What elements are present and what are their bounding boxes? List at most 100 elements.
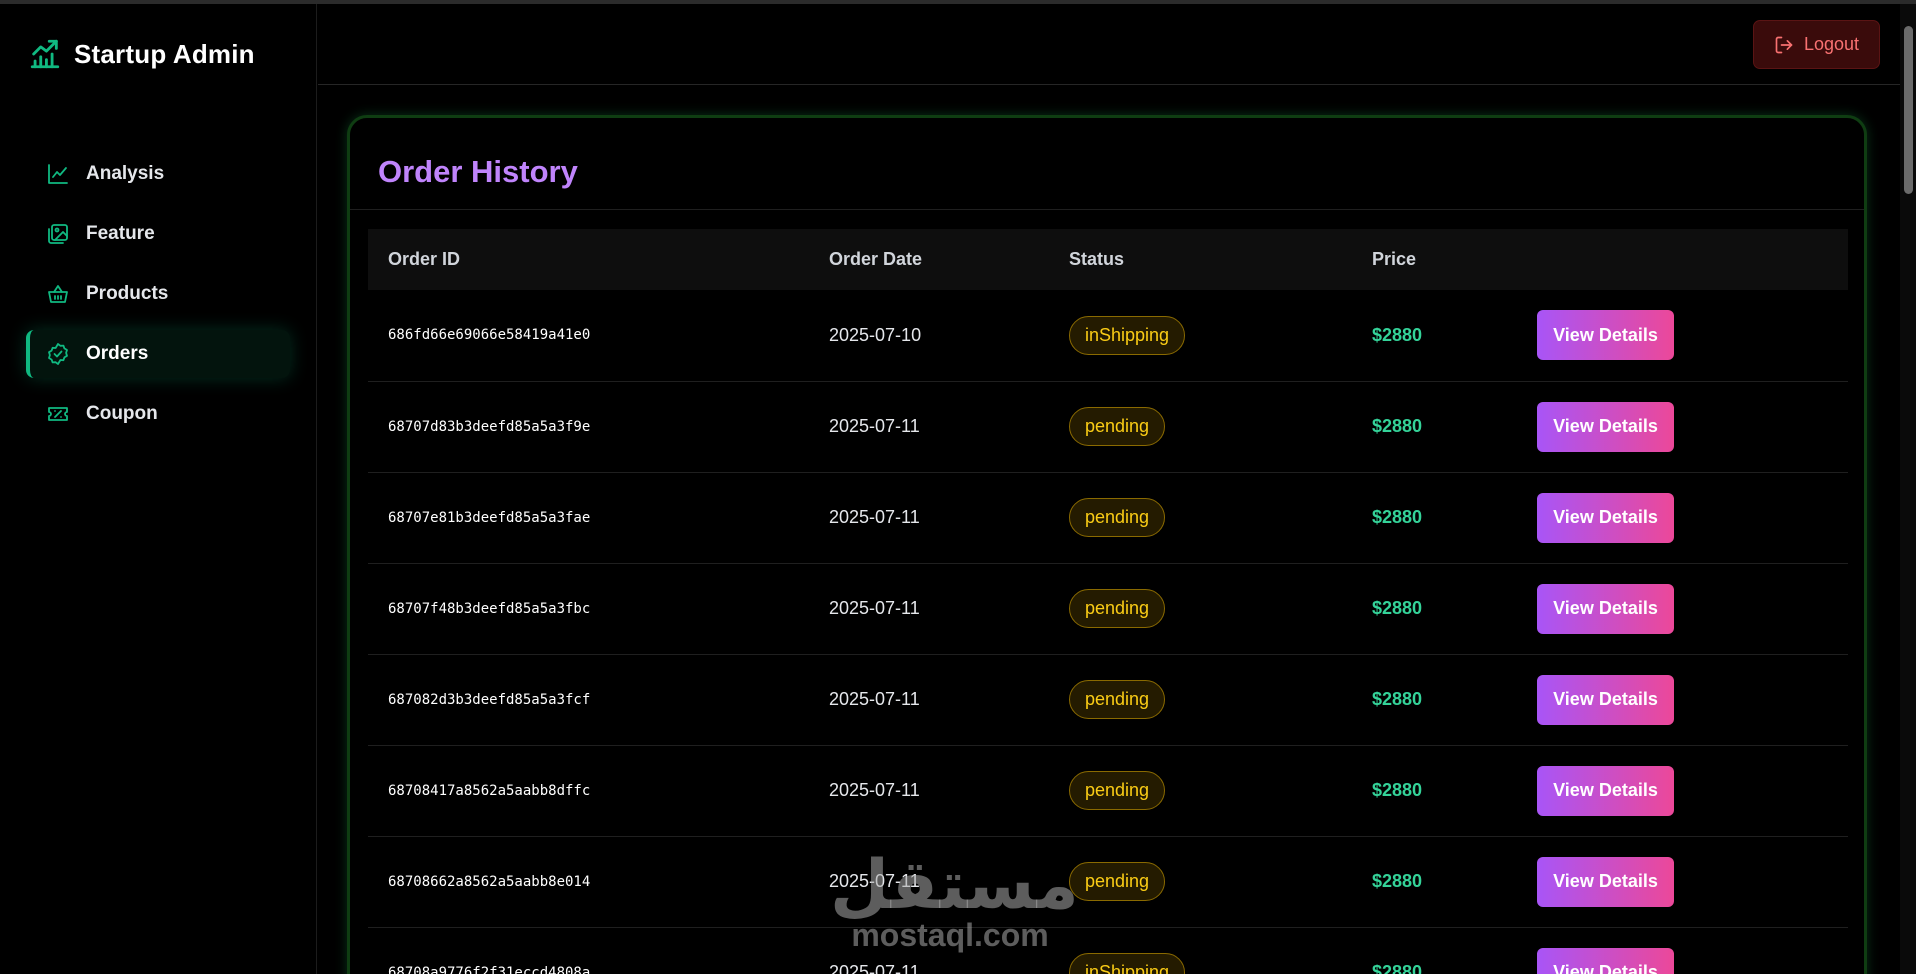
order-price: $2880 — [1372, 416, 1423, 436]
order-price: $2880 — [1372, 871, 1423, 891]
sidebar-item-analysis[interactable]: Analysis — [26, 150, 290, 198]
order-id: 68707e81b3deefd85a5a3fae — [388, 509, 591, 526]
order-date: 2025-07-11 — [829, 598, 920, 618]
view-details-button[interactable]: View Details — [1537, 947, 1674, 974]
table-row: 68708417a8562a5aabb8dffc 2025-07-11 pend… — [368, 745, 1848, 836]
column-header-order-id: Order ID — [388, 249, 461, 269]
sidebar: Startup Admin Analysis Feature Products — [0, 4, 317, 974]
view-details-button[interactable]: View Details — [1537, 310, 1674, 361]
order-id: 68707d83b3deefd85a5a3f9e — [388, 418, 591, 435]
logout-label: Logout — [1803, 34, 1860, 54]
order-actions: View Details — [1517, 836, 1848, 927]
column-header-price: Price — [1372, 249, 1417, 269]
order-date: 2025-07-11 — [829, 780, 920, 800]
order-history-card: Order History Order ID Order Date Status… — [347, 115, 1867, 974]
sidebar-item-products[interactable]: Products — [26, 270, 290, 318]
view-details-button[interactable]: View Details — [1537, 583, 1674, 634]
order-date: 2025-07-11 — [829, 962, 920, 974]
order-date: 2025-07-11 — [829, 871, 920, 891]
status-badge: pending — [1069, 407, 1166, 446]
scrollbar-thumb[interactable] — [1904, 26, 1913, 194]
order-id: 68707f48b3deefd85a5a3fbc — [388, 600, 591, 617]
order-actions: View Details — [1517, 654, 1848, 745]
logout-button[interactable]: Logout — [1753, 20, 1880, 69]
basket-icon — [48, 285, 68, 303]
table-row: 687082d3b3deefd85a5a3fcf 2025-07-11 pend… — [368, 654, 1848, 745]
sidebar-item-coupon[interactable]: Coupon — [26, 390, 290, 438]
order-status-cell: pending — [1049, 654, 1352, 745]
table-row: 68707d83b3deefd85a5a3f9e 2025-07-11 pend… — [368, 381, 1848, 472]
ticket-icon — [48, 407, 68, 421]
view-details-button[interactable]: View Details — [1537, 401, 1674, 452]
order-date: 2025-07-10 — [829, 324, 922, 345]
status-badge: inShipping — [1069, 953, 1186, 974]
logout-icon — [1775, 36, 1793, 53]
table-row: 68707f48b3deefd85a5a3fbc 2025-07-11 pend… — [368, 563, 1848, 654]
orders-table: Order ID Order Date Status Price 686fd66… — [368, 229, 1848, 974]
status-badge: pending — [1069, 862, 1166, 901]
view-details-button[interactable]: View Details — [1537, 674, 1674, 725]
view-details-button[interactable]: View Details — [1537, 856, 1674, 907]
status-badge: pending — [1069, 589, 1166, 628]
chart-growth-icon — [30, 39, 60, 69]
brand-title: Startup Admin — [74, 38, 255, 69]
top-header: Logout — [318, 4, 1900, 85]
sidebar-item-label: Orders — [86, 343, 149, 364]
brand[interactable]: Startup Admin — [28, 37, 255, 71]
order-id: 687082d3b3deefd85a5a3fcf — [388, 691, 591, 708]
order-price: $2880 — [1372, 689, 1423, 709]
order-id: 686fd66e69066e58419a41e0 — [388, 327, 591, 344]
order-status-cell: pending — [1049, 381, 1352, 472]
order-actions: View Details — [1517, 472, 1848, 563]
line-chart-icon — [48, 164, 68, 184]
table-row: 68707e81b3deefd85a5a3fae 2025-07-11 pend… — [368, 472, 1848, 563]
sidebar-item-label: Coupon — [86, 403, 158, 424]
sidebar-item-feature[interactable]: Feature — [26, 210, 290, 258]
order-date: 2025-07-11 — [829, 507, 920, 527]
order-actions: View Details — [1517, 745, 1848, 836]
sidebar-item-label: Analysis — [86, 163, 165, 184]
sidebar-item-label: Products — [86, 283, 169, 304]
status-badge: pending — [1069, 771, 1166, 810]
sidebar-item-orders[interactable]: Orders — [26, 330, 290, 378]
card-divider — [350, 209, 1864, 210]
order-date: 2025-07-11 — [829, 689, 920, 709]
order-price: $2880 — [1372, 598, 1423, 618]
column-header-status: Status — [1069, 249, 1125, 269]
order-status-cell: pending — [1049, 563, 1352, 654]
check-badge-icon — [48, 343, 68, 365]
order-status-cell: pending — [1049, 745, 1352, 836]
view-details-button[interactable]: View Details — [1537, 765, 1674, 816]
table-row: 686fd66e69066e58419a41e0 2025-07-10 inSh… — [368, 290, 1848, 381]
order-price: $2880 — [1372, 324, 1423, 345]
table-header-row: Order ID Order Date Status Price — [368, 229, 1848, 290]
app-shell: Startup Admin Analysis Feature Products — [0, 4, 1900, 974]
image-gallery-icon — [48, 224, 68, 244]
order-actions: View Details — [1517, 563, 1848, 654]
sidebar-item-label: Feature — [86, 223, 155, 244]
column-header-order-date: Order Date — [829, 249, 923, 269]
order-status-cell: inShipping — [1049, 927, 1352, 974]
status-badge: inShipping — [1069, 315, 1186, 355]
order-price: $2880 — [1372, 780, 1423, 800]
order-status-cell: inShipping — [1049, 290, 1352, 381]
order-actions: View Details — [1517, 381, 1848, 472]
order-date: 2025-07-11 — [829, 416, 920, 436]
vertical-scrollbar[interactable] — [1900, 4, 1916, 974]
order-actions: View Details — [1517, 290, 1848, 381]
sidebar-nav: Analysis Feature Products Orders Coupon — [26, 150, 290, 450]
table-row: 68708662a8562a5aabb8e014 2025-07-11 pend… — [368, 836, 1848, 927]
order-id: 68708662a8562a5aabb8e014 — [388, 873, 591, 890]
table-row: 68708a9776f2f31eccd4808a 2025-07-11 inSh… — [368, 927, 1848, 974]
order-status-cell: pending — [1049, 472, 1352, 563]
column-header-actions — [1517, 229, 1848, 290]
view-details-button[interactable]: View Details — [1537, 492, 1674, 543]
status-badge: pending — [1069, 680, 1166, 719]
order-id: 68708a9776f2f31eccd4808a — [388, 964, 591, 974]
status-badge: pending — [1069, 498, 1166, 537]
order-id: 68708417a8562a5aabb8dffc — [388, 782, 591, 799]
order-price: $2880 — [1372, 507, 1423, 527]
order-actions: View Details — [1517, 927, 1848, 974]
order-status-cell: pending — [1049, 836, 1352, 927]
order-price: $2880 — [1372, 962, 1423, 974]
